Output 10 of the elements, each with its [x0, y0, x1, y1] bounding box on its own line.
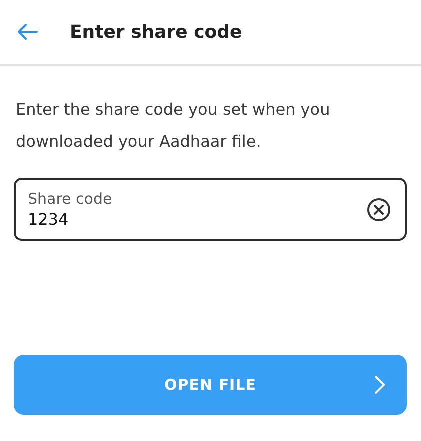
clear-button[interactable] — [367, 198, 391, 222]
field-value: 1234 — [28, 210, 70, 229]
share-code-field[interactable]: Share code 1234 — [14, 178, 407, 241]
instruction-text: Enter the share code you set when you downloaded your Aadhaar file. — [16, 99, 332, 153]
back-button[interactable] — [16, 22, 40, 42]
page-title: Enter share code — [70, 22, 242, 42]
chevron-right-icon — [375, 376, 385, 394]
field-label: Share code — [28, 190, 114, 208]
back-arrow-icon — [18, 24, 38, 40]
clear-icon — [367, 198, 391, 222]
